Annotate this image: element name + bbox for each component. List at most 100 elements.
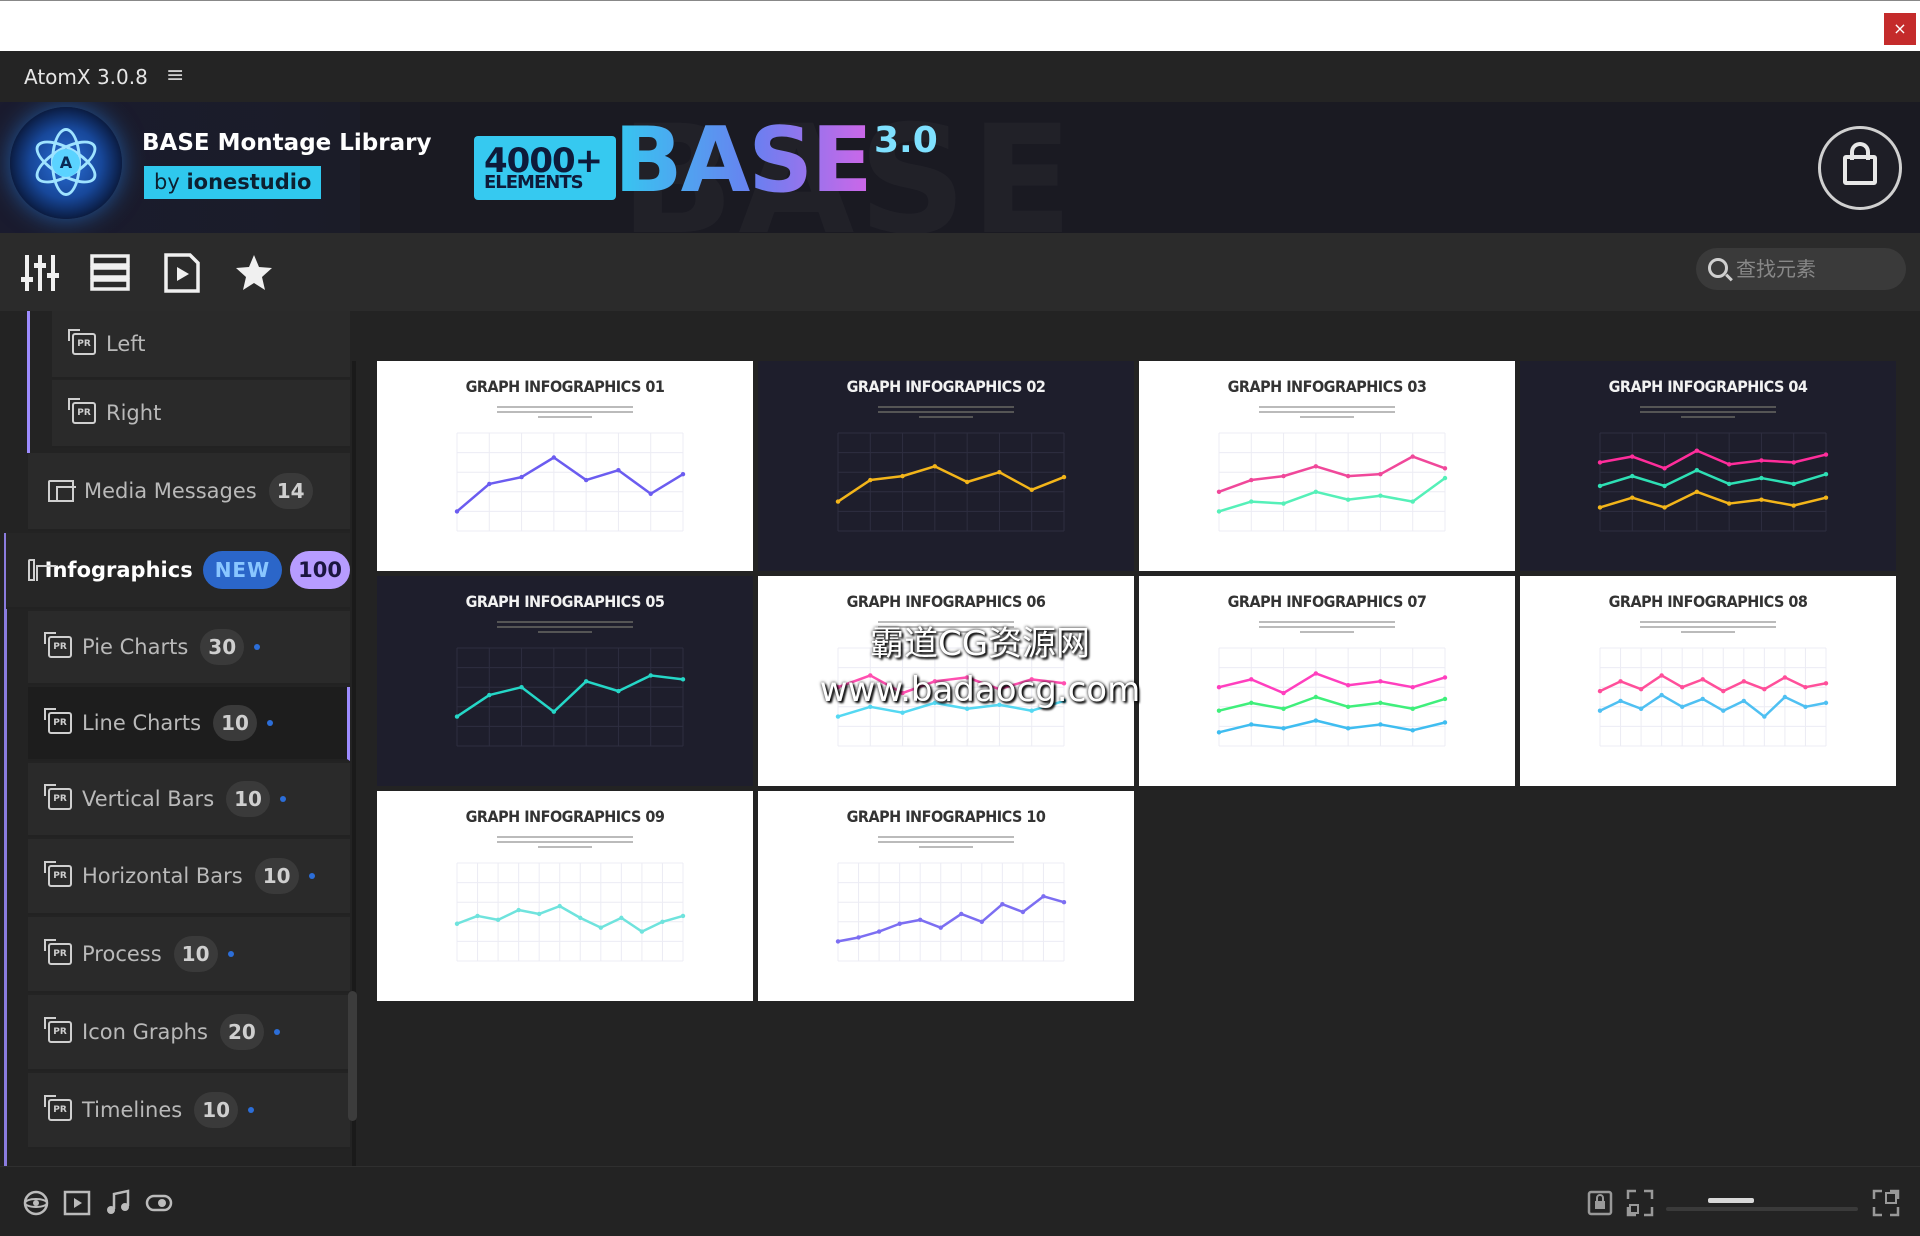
sidebar-item-media-messages[interactable]: Media Messages 14 — [28, 453, 350, 531]
sidebar-item-label: Line Charts — [82, 711, 202, 735]
sidebar-scrollbar-thumb[interactable] — [348, 991, 357, 1121]
data-point — [900, 473, 905, 479]
preview-card[interactable]: GRAPH INFOGRAPHICS 07 — [1139, 576, 1515, 786]
data-point — [475, 913, 480, 919]
data-point — [1442, 696, 1448, 702]
expand-icon[interactable] — [1872, 1189, 1900, 1217]
data-point — [979, 919, 985, 924]
lock-icon[interactable] — [1586, 1189, 1614, 1217]
data-point — [897, 921, 902, 926]
sidebar-item-timelines[interactable]: PR Timelines 10 — [28, 1073, 350, 1149]
window-close-button[interactable]: × — [1884, 13, 1916, 45]
data-point — [1782, 675, 1788, 680]
card-subtitle-placeholder — [1640, 618, 1776, 633]
data-point — [1313, 464, 1319, 469]
premiere-file-icon: PR — [44, 1095, 72, 1121]
item-count-badge: 30 — [200, 629, 245, 665]
sidebar-item-icon-graphs[interactable]: PR Icon Graphs 20 — [28, 995, 350, 1071]
card-subtitle-placeholder — [1640, 403, 1776, 418]
fit-icon[interactable] — [1626, 1189, 1654, 1217]
sidebar-item-horizontal-bars[interactable]: PR Horizontal Bars 10 — [28, 839, 350, 915]
data-point — [598, 925, 604, 930]
sidebar-item-line-charts[interactable]: PR Line Charts 10 — [28, 687, 350, 761]
data-point — [1791, 460, 1796, 465]
app-header: AtomX 3.0.8 ≡ — [0, 51, 1920, 102]
data-point — [856, 935, 861, 940]
sidebar-item-label: Pie Charts — [82, 635, 189, 659]
data-point — [1249, 722, 1254, 727]
sidebar-item-right[interactable]: PR Right — [52, 380, 350, 448]
sidebar-item-pie-charts[interactable]: PR Pie Charts 30 — [28, 611, 350, 685]
data-point — [1313, 489, 1319, 494]
data-point — [1378, 679, 1383, 684]
data-point — [1345, 726, 1351, 731]
sidebar-item-label: Vertical Bars — [82, 787, 215, 811]
preview-card[interactable]: GRAPH INFOGRAPHICS 03 — [1139, 361, 1515, 571]
card-title: GRAPH INFOGRAPHICS 07 — [1227, 592, 1427, 611]
preview-card[interactable]: GRAPH INFOGRAPHICS 10 — [758, 791, 1134, 1001]
sidebar-item-left[interactable]: PR Left — [52, 311, 350, 379]
data-point — [1823, 495, 1829, 500]
sliders-icon[interactable] — [20, 253, 60, 293]
placeholder-text-line — [1259, 621, 1395, 623]
music-icon[interactable] — [104, 1189, 132, 1217]
item-count-badge: 20 — [219, 1014, 264, 1050]
preview-card[interactable]: GRAPH INFOGRAPHICS 02 — [758, 361, 1134, 571]
sidebar-item-vertical-bars[interactable]: PR Vertical Bars 10 — [28, 763, 350, 837]
folder-icon — [28, 559, 55, 581]
toggle-icon[interactable] — [145, 1189, 173, 1217]
status-dot — [227, 951, 234, 957]
data-point — [495, 917, 501, 923]
status-dot — [273, 1029, 280, 1035]
data-point — [616, 688, 621, 694]
data-point — [964, 479, 970, 485]
data-point — [1659, 692, 1664, 698]
placeholder-text-line — [1299, 631, 1355, 633]
placeholder-text-line — [1680, 631, 1736, 633]
preview-card[interactable]: GRAPH INFOGRAPHICS 04 — [1520, 361, 1896, 571]
library-author[interactable]: by ionestudio — [144, 166, 322, 199]
item-count-badge: 10 — [254, 858, 299, 894]
placeholder-text-line — [497, 626, 633, 628]
series-line — [837, 895, 1065, 943]
hamburger-menu-icon[interactable]: ≡ — [166, 63, 184, 88]
data-point — [680, 471, 686, 477]
data-point — [876, 929, 882, 934]
placeholder-text-line — [878, 406, 1014, 408]
list-icon[interactable] — [90, 253, 130, 293]
data-point — [1216, 730, 1222, 735]
3d-cube-icon[interactable] — [22, 1189, 50, 1217]
search-input[interactable] — [1736, 248, 1896, 290]
preview-card[interactable]: GRAPH INFOGRAPHICS 09 — [377, 791, 753, 1001]
data-point — [551, 455, 557, 460]
library-title: BASE Montage Library — [142, 130, 432, 156]
data-point — [997, 470, 1002, 475]
zoom-slider-track[interactable] — [1666, 1207, 1858, 1211]
sidebar-item-process[interactable]: PR Process 10 — [28, 917, 350, 993]
data-point — [938, 925, 943, 930]
preview-card[interactable]: GRAPH INFOGRAPHICS 01 — [377, 361, 753, 571]
preview-card[interactable]: GRAPH INFOGRAPHICS 05 — [377, 576, 753, 786]
play-file-icon[interactable] — [162, 253, 202, 293]
data-point — [1823, 700, 1829, 706]
preview-grid: GRAPH INFOGRAPHICS 01 GRAPH INFOGRAPHICS … — [377, 361, 1897, 1161]
sidebar-item-infographics[interactable]: Infographics NEW 100 — [6, 533, 350, 609]
data-point — [1442, 466, 1448, 471]
app-window: AtomX 3.0.8 ≡ BASE A BASE Montage Librar… — [0, 51, 1920, 1236]
data-point — [1823, 452, 1829, 457]
data-point — [1694, 489, 1700, 494]
data-point — [1726, 501, 1732, 506]
data-point — [1410, 706, 1415, 711]
data-point — [1216, 708, 1222, 713]
new-badge: NEW — [202, 551, 283, 589]
data-point — [1378, 700, 1383, 706]
search-box[interactable] — [1696, 248, 1906, 290]
shop-button[interactable] — [1818, 126, 1902, 210]
card-subtitle-placeholder — [878, 833, 1014, 848]
zoom-slider-thumb[interactable] — [1708, 1198, 1755, 1203]
video-icon[interactable] — [63, 1189, 91, 1217]
data-point — [1597, 688, 1603, 694]
placeholder-text-line — [497, 836, 633, 838]
star-icon[interactable] — [234, 253, 274, 293]
preview-card[interactable]: GRAPH INFOGRAPHICS 08 — [1520, 576, 1896, 786]
